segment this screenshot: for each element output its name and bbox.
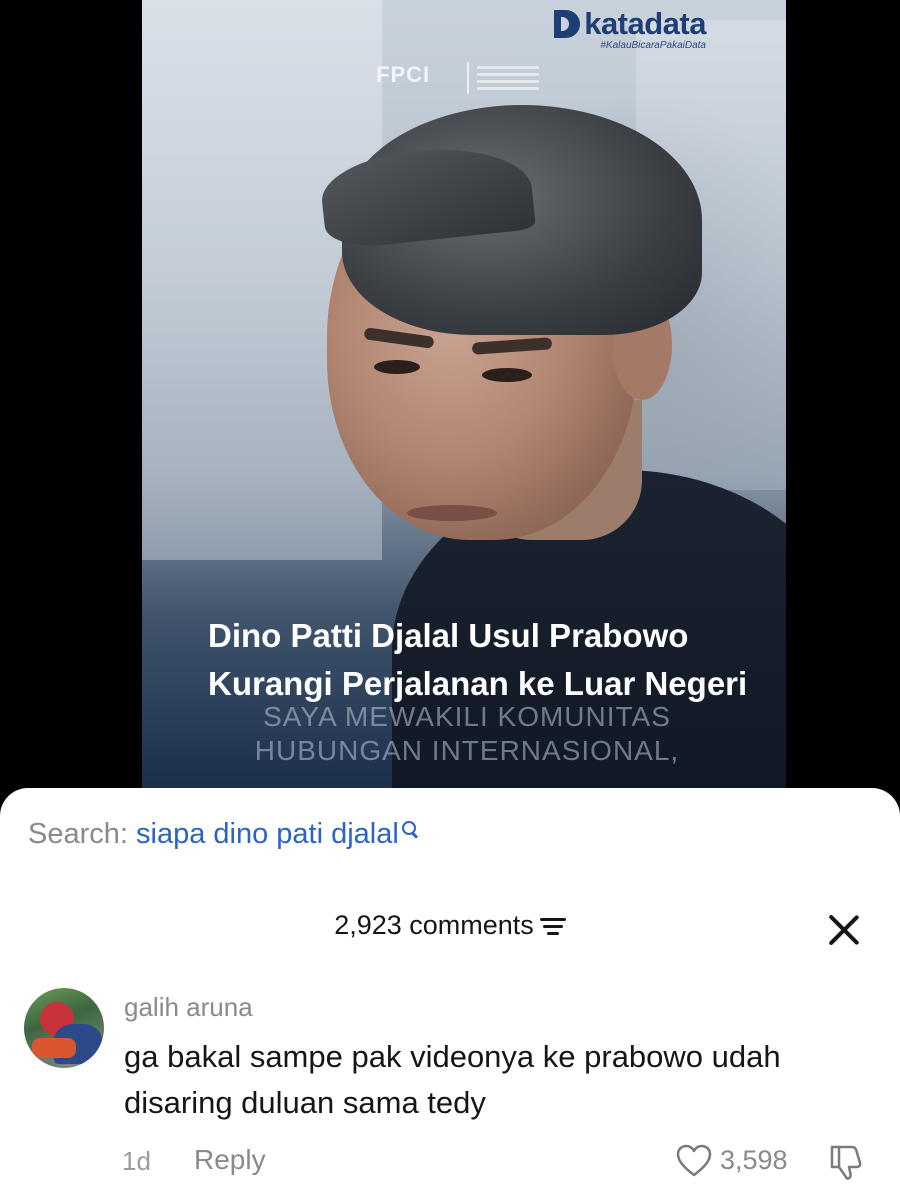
comments-header: 2,923 comments xyxy=(0,910,900,941)
brand-tagline: #KalauBicaraPakaiData xyxy=(600,40,706,51)
speaker-eye xyxy=(374,360,420,374)
search-icon xyxy=(401,820,417,838)
heart-icon[interactable] xyxy=(676,1144,712,1178)
katadata-logo: katadata #KalauBicaraPakaiData xyxy=(553,6,706,51)
comment-time: 1d xyxy=(122,1146,151,1176)
search-query-link[interactable]: siapa dino pati djalal xyxy=(136,818,399,850)
comment-text: ga bakal sampe pak videonya ke prabowo u… xyxy=(124,1039,781,1120)
close-icon[interactable] xyxy=(826,912,862,948)
katadata-mark-icon xyxy=(553,10,580,38)
like-count: 3,598 xyxy=(720,1145,788,1175)
reply-button[interactable]: Reply xyxy=(194,1144,266,1176)
brand-name: katadata xyxy=(584,6,706,41)
comment-count: 2,923 comments xyxy=(334,910,534,940)
speaker-eye xyxy=(482,368,532,382)
subtitle-caption: SAYA MEWAKILI KOMUNITAS HUBUNGAN INTERNA… xyxy=(254,701,680,766)
thumbs-down-icon[interactable] xyxy=(828,1143,864,1181)
comment-username[interactable]: galih aruna xyxy=(124,992,253,1023)
comments-sheet: Search: siapa dino pati djalal 2,923 com… xyxy=(0,788,900,1200)
video-headline: Dino Patti Djalal Usul Prabowo Kurangi P… xyxy=(208,617,748,702)
video-player[interactable]: katadata #KalauBicaraPakaiData FPCI SAYA… xyxy=(142,0,786,788)
fpci-logo: FPCI xyxy=(376,62,431,87)
speaker-mouth xyxy=(407,505,497,521)
avatar[interactable] xyxy=(24,988,104,1068)
search-prefix: Search: xyxy=(28,818,128,850)
fpci-logo-subtext xyxy=(467,62,539,94)
search-suggestion[interactable]: Search: siapa dino pati djalal xyxy=(28,818,417,851)
sort-icon[interactable] xyxy=(539,917,566,936)
